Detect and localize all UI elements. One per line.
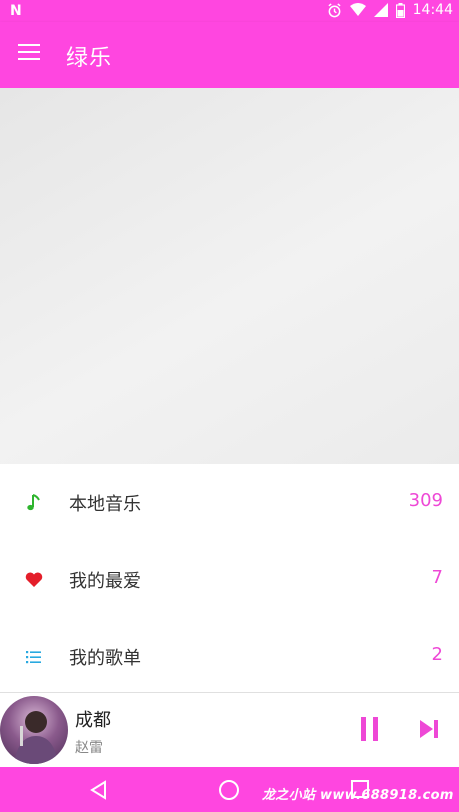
list-item-count: 2: [431, 644, 443, 665]
list-item-playlists[interactable]: 我的歌单 2: [0, 618, 459, 695]
app-bar: 绿乐: [0, 22, 459, 88]
list-item-count: 7: [431, 567, 443, 588]
app-title: 绿乐: [66, 46, 113, 71]
list-item-label: 我的歌单: [69, 648, 141, 669]
alarm-icon: [328, 2, 341, 17]
list-item-label: 我的最爱: [69, 571, 141, 592]
pause-icon[interactable]: [358, 716, 382, 742]
library-list: 本地音乐 309 我的最爱 7 我的歌单 2: [0, 464, 459, 695]
list-item-favorites[interactable]: 我的最爱 7: [0, 541, 459, 618]
status-time: 14:44: [412, 2, 453, 18]
home-icon[interactable]: [218, 779, 240, 801]
list-item-count: 309: [408, 490, 443, 511]
header-banner-image: [0, 88, 459, 464]
album-art-figure-icon: [14, 711, 58, 764]
mini-player[interactable]: 成都 赵雷: [0, 693, 459, 767]
heart-icon: [25, 572, 43, 587]
notification-n-icon: N: [10, 3, 22, 19]
status-bar: N 14:44: [0, 0, 459, 22]
watermark-text: 龙之小站 www.688918.com: [262, 788, 454, 803]
skip-next-icon[interactable]: [418, 718, 440, 740]
playlist-icon: [26, 651, 41, 664]
signal-icon: [373, 3, 388, 17]
album-art[interactable]: [0, 696, 68, 764]
list-item-local-music[interactable]: 本地音乐 309: [0, 464, 459, 541]
status-icons: 14:44: [327, 2, 453, 18]
wifi-icon: [349, 3, 366, 16]
back-icon[interactable]: [88, 779, 110, 801]
song-title: 成都: [75, 710, 111, 731]
battery-icon: [395, 2, 405, 18]
music-note-icon: [27, 494, 40, 511]
list-item-label: 本地音乐: [69, 494, 141, 515]
hamburger-menu-icon[interactable]: [18, 44, 40, 62]
song-artist: 赵雷: [75, 740, 103, 756]
